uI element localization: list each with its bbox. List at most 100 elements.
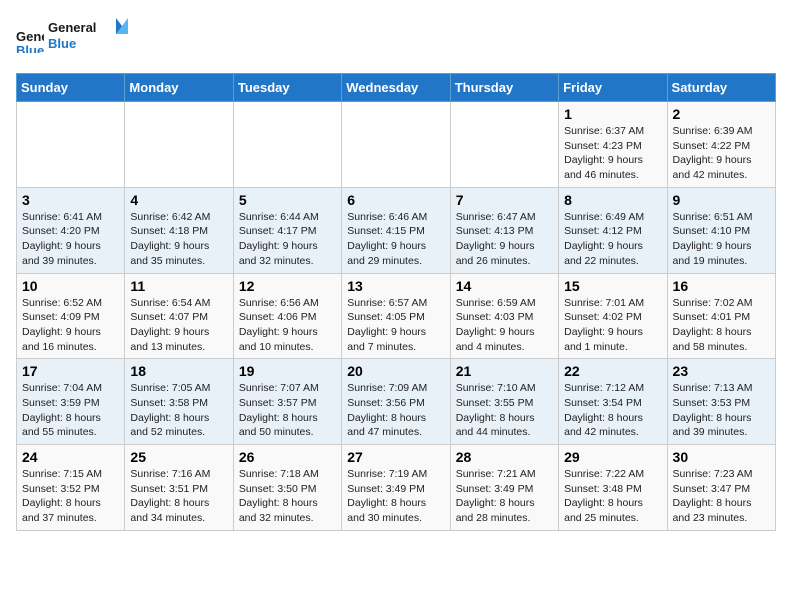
- day-number: 13: [347, 278, 444, 294]
- calendar-day: 6 Sunrise: 6:46 AM Sunset: 4:15 PM Daylig…: [342, 187, 450, 273]
- weekday-header-sunday: Sunday: [17, 74, 125, 102]
- svg-text:General: General: [48, 20, 96, 35]
- calendar-day: 23 Sunrise: 7:13 AM Sunset: 3:53 PM Dayli…: [667, 359, 775, 445]
- day-number: 11: [130, 278, 227, 294]
- day-info: Sunrise: 6:47 AM Sunset: 4:13 PM Dayligh…: [456, 210, 553, 269]
- day-number: 29: [564, 449, 661, 465]
- weekday-header-tuesday: Tuesday: [233, 74, 341, 102]
- calendar-day: 20 Sunrise: 7:09 AM Sunset: 3:56 PM Dayli…: [342, 359, 450, 445]
- day-number: 8: [564, 192, 661, 208]
- calendar-day: 16 Sunrise: 7:02 AM Sunset: 4:01 PM Dayli…: [667, 273, 775, 359]
- calendar-day: 4 Sunrise: 6:42 AM Sunset: 4:18 PM Daylig…: [125, 187, 233, 273]
- day-number: 28: [456, 449, 553, 465]
- calendar-day: 30 Sunrise: 7:23 AM Sunset: 3:47 PM Dayli…: [667, 445, 775, 531]
- day-info: Sunrise: 6:57 AM Sunset: 4:05 PM Dayligh…: [347, 296, 444, 355]
- calendar-day: 1Sunrise: 6:37 AM Sunset: 4:23 PM Daylig…: [559, 102, 667, 188]
- calendar-day: 14 Sunrise: 6:59 AM Sunset: 4:03 PM Dayli…: [450, 273, 558, 359]
- day-number: 6: [347, 192, 444, 208]
- day-number: 30: [673, 449, 770, 465]
- day-info: Sunrise: 6:59 AM Sunset: 4:03 PM Dayligh…: [456, 296, 553, 355]
- svg-text:Blue: Blue: [48, 36, 76, 51]
- day-number: 12: [239, 278, 336, 294]
- calendar-day: 15 Sunrise: 7:01 AM Sunset: 4:02 PM Dayli…: [559, 273, 667, 359]
- day-number: 26: [239, 449, 336, 465]
- calendar-day: 22 Sunrise: 7:12 AM Sunset: 3:54 PM Dayli…: [559, 359, 667, 445]
- calendar-day: 25Sunrise: 7:16 AM Sunset: 3:51 PM Dayli…: [125, 445, 233, 531]
- calendar-day: 3 Sunrise: 6:41 AM Sunset: 4:20 PM Daylig…: [17, 187, 125, 273]
- calendar-day: 26 Sunrise: 7:18 AM Sunset: 3:50 PM Dayli…: [233, 445, 341, 531]
- weekday-header-friday: Friday: [559, 74, 667, 102]
- day-info: Sunrise: 7:05 AM Sunset: 3:58 PM Dayligh…: [130, 381, 227, 440]
- calendar-day: 17 Sunrise: 7:04 AM Sunset: 3:59 PM Dayli…: [17, 359, 125, 445]
- calendar-day: 8 Sunrise: 6:49 AM Sunset: 4:12 PM Daylig…: [559, 187, 667, 273]
- day-number: 18: [130, 363, 227, 379]
- day-info: Sunrise: 6:54 AM Sunset: 4:07 PM Dayligh…: [130, 296, 227, 355]
- calendar-day: 9 Sunrise: 6:51 AM Sunset: 4:10 PM Daylig…: [667, 187, 775, 273]
- calendar-day: [125, 102, 233, 188]
- weekday-header-monday: Monday: [125, 74, 233, 102]
- weekday-header-wednesday: Wednesday: [342, 74, 450, 102]
- day-number: 15: [564, 278, 661, 294]
- calendar-day: [342, 102, 450, 188]
- calendar-day: 27Sunrise: 7:19 AM Sunset: 3:49 PM Dayli…: [342, 445, 450, 531]
- day-info: Sunrise: 6:46 AM Sunset: 4:15 PM Dayligh…: [347, 210, 444, 269]
- calendar-week-1: 1Sunrise: 6:37 AM Sunset: 4:23 PM Daylig…: [17, 102, 776, 188]
- day-info: Sunrise: 6:52 AM Sunset: 4:09 PM Dayligh…: [22, 296, 119, 355]
- day-info: Sunrise: 6:51 AM Sunset: 4:10 PM Dayligh…: [673, 210, 770, 269]
- calendar-week-3: 10 Sunrise: 6:52 AM Sunset: 4:09 PM Dayli…: [17, 273, 776, 359]
- weekday-header-thursday: Thursday: [450, 74, 558, 102]
- day-number: 10: [22, 278, 119, 294]
- day-number: 4: [130, 192, 227, 208]
- calendar-day: 11 Sunrise: 6:54 AM Sunset: 4:07 PM Dayli…: [125, 273, 233, 359]
- day-info: Sunrise: 6:56 AM Sunset: 4:06 PM Dayligh…: [239, 296, 336, 355]
- day-info: Sunrise: 7:04 AM Sunset: 3:59 PM Dayligh…: [22, 381, 119, 440]
- day-info: Sunrise: 6:42 AM Sunset: 4:18 PM Dayligh…: [130, 210, 227, 269]
- day-info: Sunrise: 7:23 AM Sunset: 3:47 PM Dayligh…: [673, 467, 770, 526]
- day-info: Sunrise: 7:10 AM Sunset: 3:55 PM Dayligh…: [456, 381, 553, 440]
- calendar-day: 7 Sunrise: 6:47 AM Sunset: 4:13 PM Daylig…: [450, 187, 558, 273]
- calendar-day: 24 Sunrise: 7:15 AM Sunset: 3:52 PM Dayli…: [17, 445, 125, 531]
- day-number: 20: [347, 363, 444, 379]
- day-info: Sunrise: 7:12 AM Sunset: 3:54 PM Dayligh…: [564, 381, 661, 440]
- calendar-day: 28 Sunrise: 7:21 AM Sunset: 3:49 PM Dayli…: [450, 445, 558, 531]
- day-info: Sunrise: 6:39 AM Sunset: 4:22 PM Dayligh…: [673, 124, 770, 183]
- calendar-day: [17, 102, 125, 188]
- calendar-day: 19 Sunrise: 7:07 AM Sunset: 3:57 PM Dayli…: [233, 359, 341, 445]
- day-info: Sunrise: 7:09 AM Sunset: 3:56 PM Dayligh…: [347, 381, 444, 440]
- day-number: 21: [456, 363, 553, 379]
- calendar-day: 5Sunrise: 6:44 AM Sunset: 4:17 PM Daylig…: [233, 187, 341, 273]
- svg-text:General: General: [16, 29, 44, 44]
- day-number: 22: [564, 363, 661, 379]
- day-info: Sunrise: 6:37 AM Sunset: 4:23 PM Dayligh…: [564, 124, 661, 183]
- calendar-day: 18 Sunrise: 7:05 AM Sunset: 3:58 PM Dayli…: [125, 359, 233, 445]
- day-number: 24: [22, 449, 119, 465]
- day-number: 3: [22, 192, 119, 208]
- day-number: 2: [673, 106, 770, 122]
- day-number: 14: [456, 278, 553, 294]
- day-number: 17: [22, 363, 119, 379]
- day-number: 27: [347, 449, 444, 465]
- day-info: Sunrise: 7:02 AM Sunset: 4:01 PM Dayligh…: [673, 296, 770, 355]
- day-info: Sunrise: 7:21 AM Sunset: 3:49 PM Dayligh…: [456, 467, 553, 526]
- day-number: 7: [456, 192, 553, 208]
- calendar-day: 12 Sunrise: 6:56 AM Sunset: 4:06 PM Dayli…: [233, 273, 341, 359]
- day-info: Sunrise: 7:16 AM Sunset: 3:51 PM Dayligh…: [130, 467, 227, 526]
- day-info: Sunrise: 6:44 AM Sunset: 4:17 PM Dayligh…: [239, 210, 336, 269]
- calendar-week-5: 24 Sunrise: 7:15 AM Sunset: 3:52 PM Dayli…: [17, 445, 776, 531]
- day-number: 19: [239, 363, 336, 379]
- day-info: Sunrise: 7:18 AM Sunset: 3:50 PM Dayligh…: [239, 467, 336, 526]
- day-info: Sunrise: 7:13 AM Sunset: 3:53 PM Dayligh…: [673, 381, 770, 440]
- day-number: 9: [673, 192, 770, 208]
- day-number: 23: [673, 363, 770, 379]
- day-info: Sunrise: 6:41 AM Sunset: 4:20 PM Dayligh…: [22, 210, 119, 269]
- day-info: Sunrise: 7:22 AM Sunset: 3:48 PM Dayligh…: [564, 467, 661, 526]
- day-number: 16: [673, 278, 770, 294]
- logo: General Blue General Blue: [16, 16, 138, 61]
- day-info: Sunrise: 6:49 AM Sunset: 4:12 PM Dayligh…: [564, 210, 661, 269]
- day-info: Sunrise: 7:01 AM Sunset: 4:02 PM Dayligh…: [564, 296, 661, 355]
- calendar-day: [233, 102, 341, 188]
- calendar-day: 13 Sunrise: 6:57 AM Sunset: 4:05 PM Dayli…: [342, 273, 450, 359]
- day-info: Sunrise: 7:15 AM Sunset: 3:52 PM Dayligh…: [22, 467, 119, 526]
- calendar-day: 2 Sunrise: 6:39 AM Sunset: 4:22 PM Daylig…: [667, 102, 775, 188]
- day-info: Sunrise: 7:07 AM Sunset: 3:57 PM Dayligh…: [239, 381, 336, 440]
